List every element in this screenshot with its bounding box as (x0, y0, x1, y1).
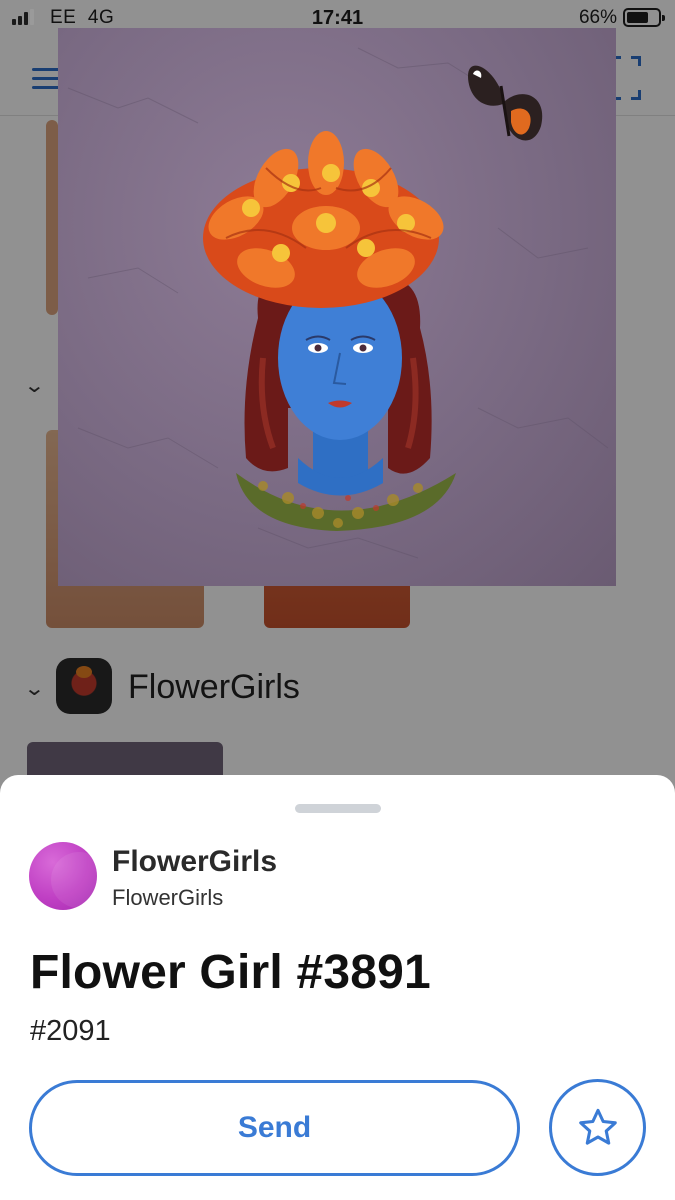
collection-subtitle: FlowerGirls (112, 885, 224, 910)
nft-detail-sheet: FlowerGirls FlowerGirls Flower Girl #389… (0, 775, 675, 1200)
battery-icon (623, 8, 665, 27)
send-button[interactable]: Send (29, 1080, 520, 1176)
favorite-button[interactable] (549, 1079, 646, 1176)
sheet-grabber-handle[interactable] (295, 804, 381, 813)
flower-crown (203, 131, 444, 308)
star-icon (578, 1108, 617, 1145)
butterfly-icon (468, 65, 543, 141)
collection-avatar (29, 842, 97, 910)
status-bar: EE 4G 17:41 66% (0, 0, 675, 36)
status-clock: 17:41 (311, 7, 364, 29)
flower-girl-artwork (67, 47, 609, 559)
collection-name: FlowerGirls (112, 845, 278, 878)
nft-number: #2091 (30, 1015, 111, 1047)
nft-title: Flower Girl #3891 (30, 946, 431, 999)
nft-artwork-preview (58, 28, 616, 586)
battery-percent: 66% (578, 7, 617, 28)
